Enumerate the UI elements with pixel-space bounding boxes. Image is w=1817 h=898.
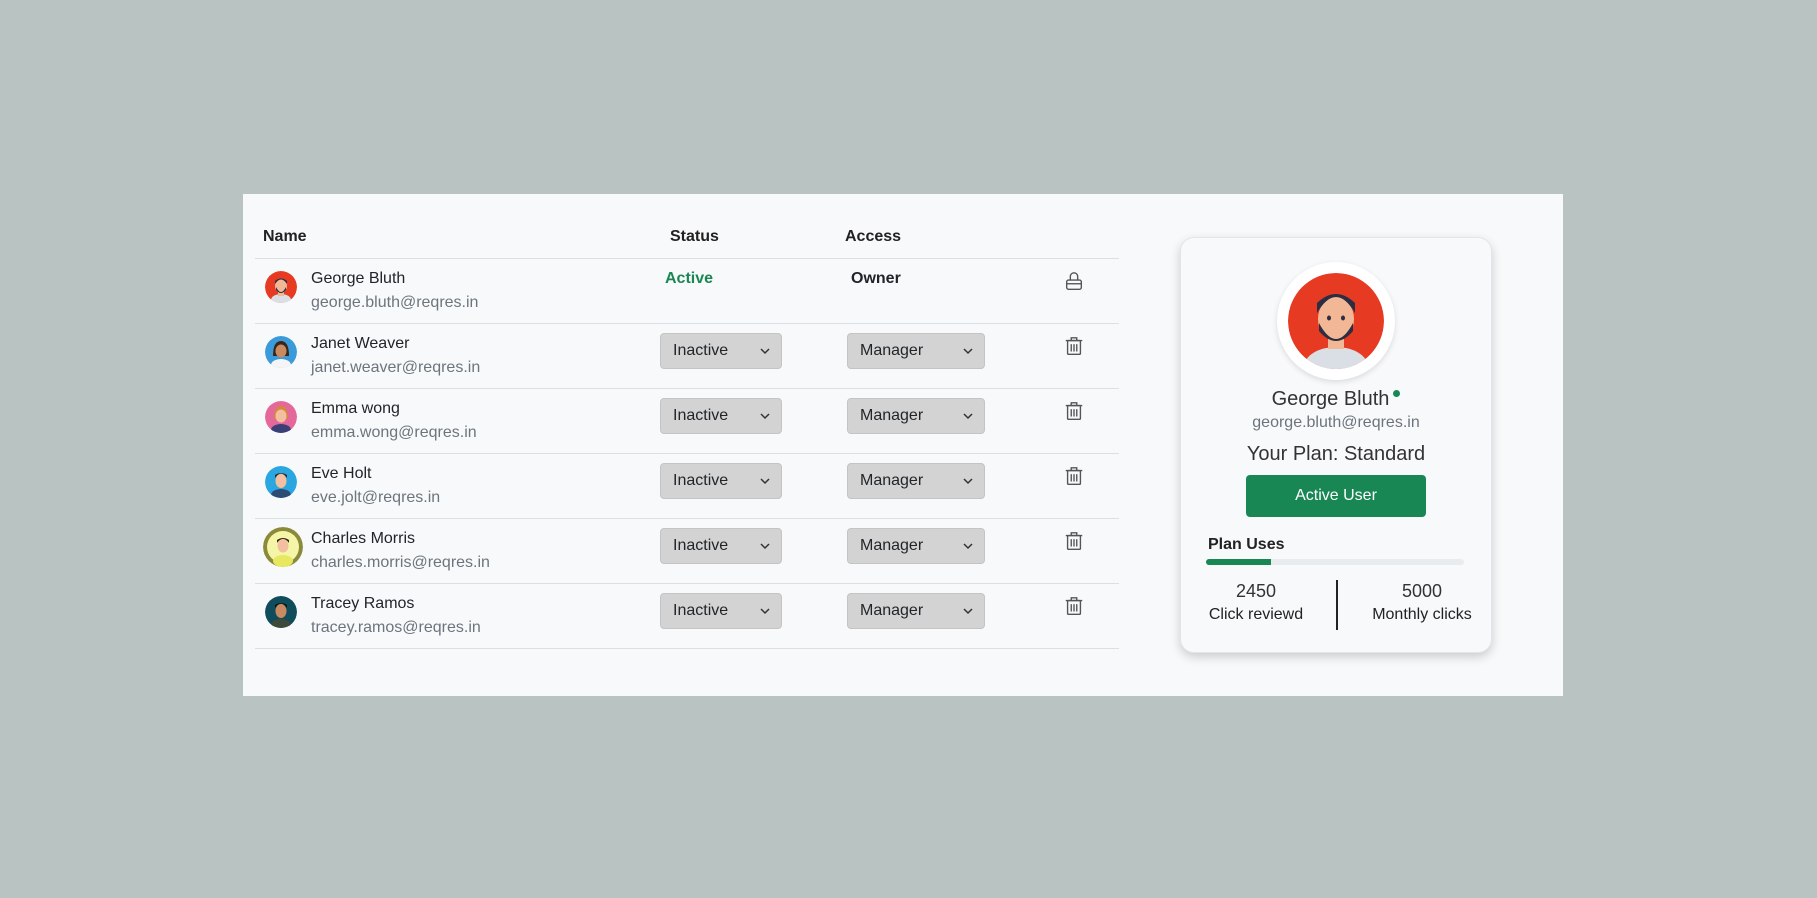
table-header: Name Status Access [255,220,1119,259]
access-select-value: Manager [860,407,924,424]
status-active-label: Active [665,270,714,287]
access-select-value: Manager [860,342,924,359]
avatar [263,527,303,567]
table-row: Tracey Ramos tracey.ramos@reqres.in Inac… [255,584,1119,649]
trash-icon[interactable] [1063,530,1085,552]
user-email: tracey.ramos@reqres.in [311,619,481,636]
user-name: Janet Weaver [311,335,410,352]
avatar [265,336,297,368]
profile-email: george.bluth@reqres.in [1252,414,1420,431]
access-select[interactable]: Manager [847,528,985,564]
chevron-down-icon [963,543,973,550]
stat-monthly-clicks: 5000 Monthly clicks [1357,581,1487,624]
access-select-value: Manager [860,472,924,489]
status-select[interactable]: Inactive [660,528,782,564]
table-row: Eve Holt eve.jolt@reqres.in Inactive Man… [255,454,1119,519]
status-select-value: Inactive [673,407,729,424]
profile-card: George Bluth george.bluth@reqres.in Your… [1180,237,1492,653]
chevron-down-icon [760,413,770,420]
status-select-value: Inactive [673,472,729,489]
header-name: Name [263,228,307,245]
stat-value: 2450 [1235,581,1277,601]
avatar [265,466,297,498]
profile-name: George Bluth [1271,388,1390,410]
access-select[interactable]: Manager [847,333,985,369]
plan-uses-label: Plan Uses [1208,536,1285,553]
user-name: Tracey Ramos [311,595,415,612]
stat-label: Click reviewd [1208,606,1304,623]
access-select[interactable]: Manager [847,463,985,499]
header-access: Access [845,228,902,245]
trash-icon[interactable] [1063,595,1085,617]
profile-avatar [1277,262,1395,380]
stat-value: 5000 [1401,581,1443,601]
avatar [265,271,297,303]
status-select-value: Inactive [673,602,729,619]
users-panel: Name Status Access George Bluth george.b… [243,194,1563,696]
status-select[interactable]: Inactive [660,463,782,499]
chevron-down-icon [760,543,770,550]
status-select-value: Inactive [673,537,729,554]
user-name: Emma wong [311,400,400,417]
status-select[interactable]: Inactive [660,333,782,369]
plan-uses-progress-fill [1206,559,1271,565]
table-row: George Bluth george.bluth@reqres.in Acti… [255,259,1119,324]
online-status-dot [1393,390,1401,397]
trash-icon[interactable] [1063,465,1085,487]
header-status: Status [670,228,719,245]
trash-icon[interactable] [1063,335,1085,357]
chevron-down-icon [963,348,973,355]
user-name: George Bluth [311,270,406,287]
user-email: eve.jolt@reqres.in [311,489,441,506]
active-user-button[interactable]: Active User [1246,475,1426,517]
access-select[interactable]: Manager [847,398,985,434]
stat-label: Monthly clicks [1372,606,1472,623]
trash-icon[interactable] [1063,400,1085,422]
table-row: Janet Weaver janet.weaver@reqres.in Inac… [255,324,1119,389]
chevron-down-icon [963,608,973,615]
status-select[interactable]: Inactive [660,398,782,434]
access-select[interactable]: Manager [847,593,985,629]
stat-click-reviewed: 2450 Click reviewd [1191,581,1321,624]
chevron-down-icon [760,348,770,355]
plan-title: Your Plan: Standard [1246,443,1426,465]
table-row: Emma wong emma.wong@reqres.in Inactive M… [255,389,1119,454]
chevron-down-icon [760,478,770,485]
profile-name-wrap: George Bluth [1181,388,1491,411]
user-email: emma.wong@reqres.in [311,424,477,441]
user-name: Eve Holt [311,465,372,482]
user-email: george.bluth@reqres.in [311,294,479,311]
users-table: Name Status Access George Bluth george.b… [255,220,1119,649]
access-owner-label: Owner [851,270,901,287]
status-select-value: Inactive [673,342,729,359]
user-name: Charles Morris [311,530,416,547]
status-select[interactable]: Inactive [660,593,782,629]
table-row: Charles Morris charles.morris@reqres.in … [255,519,1119,584]
chevron-down-icon [963,413,973,420]
user-email: janet.weaver@reqres.in [311,359,481,376]
avatar [265,401,297,433]
stats-divider [1336,580,1338,630]
chevron-down-icon [760,608,770,615]
avatar [265,596,297,628]
plan-uses-progress [1206,559,1464,565]
chevron-down-icon [963,478,973,485]
lock-icon[interactable] [1063,270,1085,292]
access-select-value: Manager [860,602,924,619]
access-select-value: Manager [860,537,924,554]
user-email: charles.morris@reqres.in [311,554,490,571]
